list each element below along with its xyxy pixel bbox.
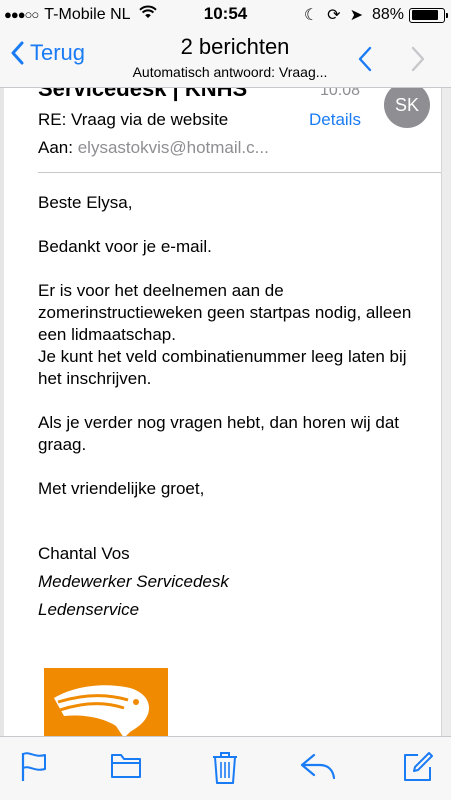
body-paragraph: Met vriendelijke groet, (38, 479, 205, 498)
signature-name: Chantal Vos (38, 544, 130, 563)
nav-title: 2 berichten (180, 34, 290, 59)
message-subject: RE: Vraag via de website (38, 110, 229, 129)
moon-icon: ☾ (303, 7, 319, 24)
battery-percent: 88% (371, 6, 404, 23)
body-paragraph: Als je verder nog vragen hebt, dan horen… (38, 413, 400, 454)
horse-logo-icon (54, 685, 149, 736)
thread-edge-right (441, 88, 451, 736)
avatar[interactable]: SK (384, 88, 430, 128)
chevron-left-icon (11, 41, 24, 65)
reply-icon (300, 753, 336, 780)
compose-button[interactable] (402, 751, 434, 788)
message-body: Beste Elysa, Bedankt voor je e-mail. Er … (38, 192, 418, 522)
back-button[interactable]: Terug (10, 40, 85, 66)
body-paragraph: Je kunt het veld combinatienummer leeg l… (38, 347, 407, 388)
signature: Chantal Vos Medewerker Servicedesk Leden… (38, 540, 229, 624)
body-paragraph: Er is voor het deelnemen aan de zomerins… (38, 281, 412, 344)
move-to-folder-button[interactable] (110, 751, 142, 784)
body-paragraph: Bedankt voor je e-mail. (38, 237, 212, 256)
flag-icon (21, 752, 46, 781)
bottom-toolbar (0, 736, 451, 800)
signature-department: Ledenservice (38, 600, 140, 619)
to-label: Aan: (38, 138, 73, 157)
thread-edge-left (0, 88, 4, 736)
status-bar: ●●●○○ T-Mobile NL 10:54 ☾ ⟳ ➤ 88% (0, 0, 451, 30)
message-content[interactable]: Servicedesk | KNHS 10:08 SK RE: Vraag vi… (0, 88, 451, 736)
message-time: 10:08 (320, 88, 361, 99)
compose-icon (404, 752, 433, 781)
details-link[interactable]: Details (309, 110, 361, 130)
reply-button[interactable] (300, 751, 336, 786)
location-icon: ➤ (349, 7, 363, 24)
previous-message-button[interactable] (357, 46, 373, 77)
knhs-logo (44, 668, 168, 736)
flag-button[interactable] (20, 751, 48, 788)
chevron-right-icon (411, 46, 425, 72)
body-paragraph: Beste Elysa, (38, 193, 133, 212)
chevron-left-icon (358, 46, 372, 72)
status-right: ☾ ⟳ ➤ 88% (295, 5, 448, 25)
signature-role: Medewerker Servicedesk (38, 572, 229, 591)
nav-subtitle: Automatisch antwoord: Vraag... (132, 64, 328, 80)
recipient-address[interactable]: elysastokvis@hotmail.c... (78, 138, 269, 157)
battery-icon (409, 7, 448, 23)
header-divider (38, 172, 441, 173)
delete-button[interactable] (211, 751, 239, 790)
rotation-lock-icon: ⟳ (327, 7, 341, 24)
trash-icon (213, 752, 237, 784)
nav-bar: Terug 2 berichten Automatisch antwoord: … (0, 30, 451, 88)
back-label: Terug (30, 40, 86, 65)
folder-icon (111, 754, 141, 778)
recipient-line: Aan: elysastokvis@hotmail.c... (38, 138, 269, 158)
next-message-button[interactable] (410, 46, 426, 77)
battery-fill (411, 10, 438, 20)
sender-name: Servicedesk | KNHS (38, 88, 248, 101)
